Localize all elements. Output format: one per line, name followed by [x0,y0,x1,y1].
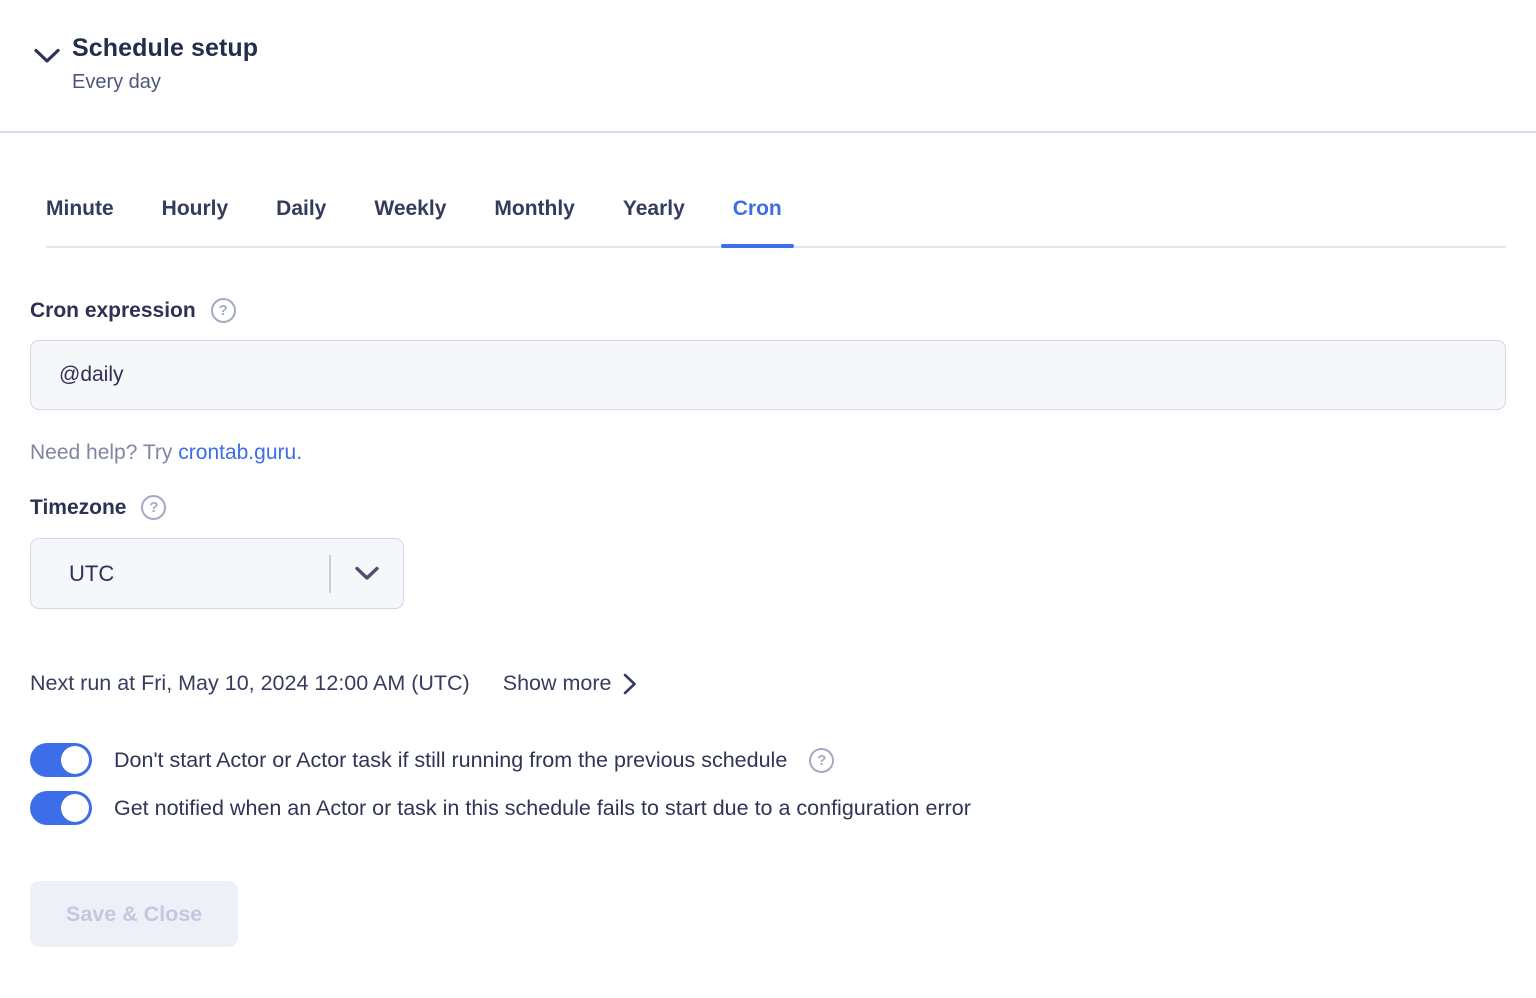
cron-help-text: Need help? Try crontab.guru. [30,441,1506,465]
dont-start-help-icon[interactable]: ? [809,748,834,773]
dont-start-toggle-label: Don't start Actor or Actor task if still… [114,748,787,773]
toggle-row-get-notified: Get notified when an Actor or task in th… [30,791,1506,825]
timezone-select[interactable]: UTC [30,538,404,609]
tab-daily[interactable]: Daily [276,197,326,246]
cron-expression-input[interactable] [30,340,1506,410]
tab-cron[interactable]: Cron [733,197,782,246]
tab-weekly[interactable]: Weekly [374,197,446,246]
cron-help-suffix: . [296,441,302,464]
tab-minute[interactable]: Minute [46,197,114,246]
get-notified-toggle-label: Get notified when an Actor or task in th… [114,796,971,821]
tab-hourly[interactable]: Hourly [162,197,229,246]
tab-monthly[interactable]: Monthly [494,197,574,246]
timezone-label: Timezone [30,496,126,520]
schedule-type-tabs: Minute Hourly Daily Weekly Monthly Yearl… [46,197,1506,248]
timezone-help-icon[interactable]: ? [141,495,166,520]
toggle-knob [61,794,89,822]
get-notified-toggle[interactable] [30,791,92,825]
cron-help-prefix: Need help? Try [30,441,178,464]
cron-expression-label-row: Cron expression ? [30,298,1506,323]
toggle-row-dont-start: Don't start Actor or Actor task if still… [30,743,1506,777]
chevron-down-icon [331,566,403,581]
dont-start-toggle[interactable] [30,743,92,777]
next-run-row: Next run at Fri, May 10, 2024 12:00 AM (… [30,671,1506,696]
page-title: Schedule setup [72,34,258,63]
toggle-knob [61,746,89,774]
cron-expression-label: Cron expression [30,299,196,323]
timezone-label-row: Timezone ? [30,495,1506,520]
show-more-button[interactable]: Show more [503,671,638,696]
collapse-chevron-icon[interactable] [34,48,60,64]
page-subtitle: Every day [72,71,258,94]
next-run-text: Next run at Fri, May 10, 2024 12:00 AM (… [30,671,470,696]
timezone-selected-value: UTC [69,561,114,587]
save-and-close-button[interactable]: Save & Close [30,881,238,947]
header-text: Schedule setup Every day [72,34,258,94]
panel-header: Schedule setup Every day [0,0,1536,133]
crontab-guru-link[interactable]: crontab.guru [178,441,296,464]
main-content: Minute Hourly Daily Weekly Monthly Yearl… [0,197,1536,947]
chevron-right-icon [623,673,637,695]
schedule-setup-panel: Schedule setup Every day Minute Hourly D… [0,0,1536,998]
tab-yearly[interactable]: Yearly [623,197,685,246]
show-more-label: Show more [503,671,612,696]
cron-expression-help-icon[interactable]: ? [211,298,236,323]
